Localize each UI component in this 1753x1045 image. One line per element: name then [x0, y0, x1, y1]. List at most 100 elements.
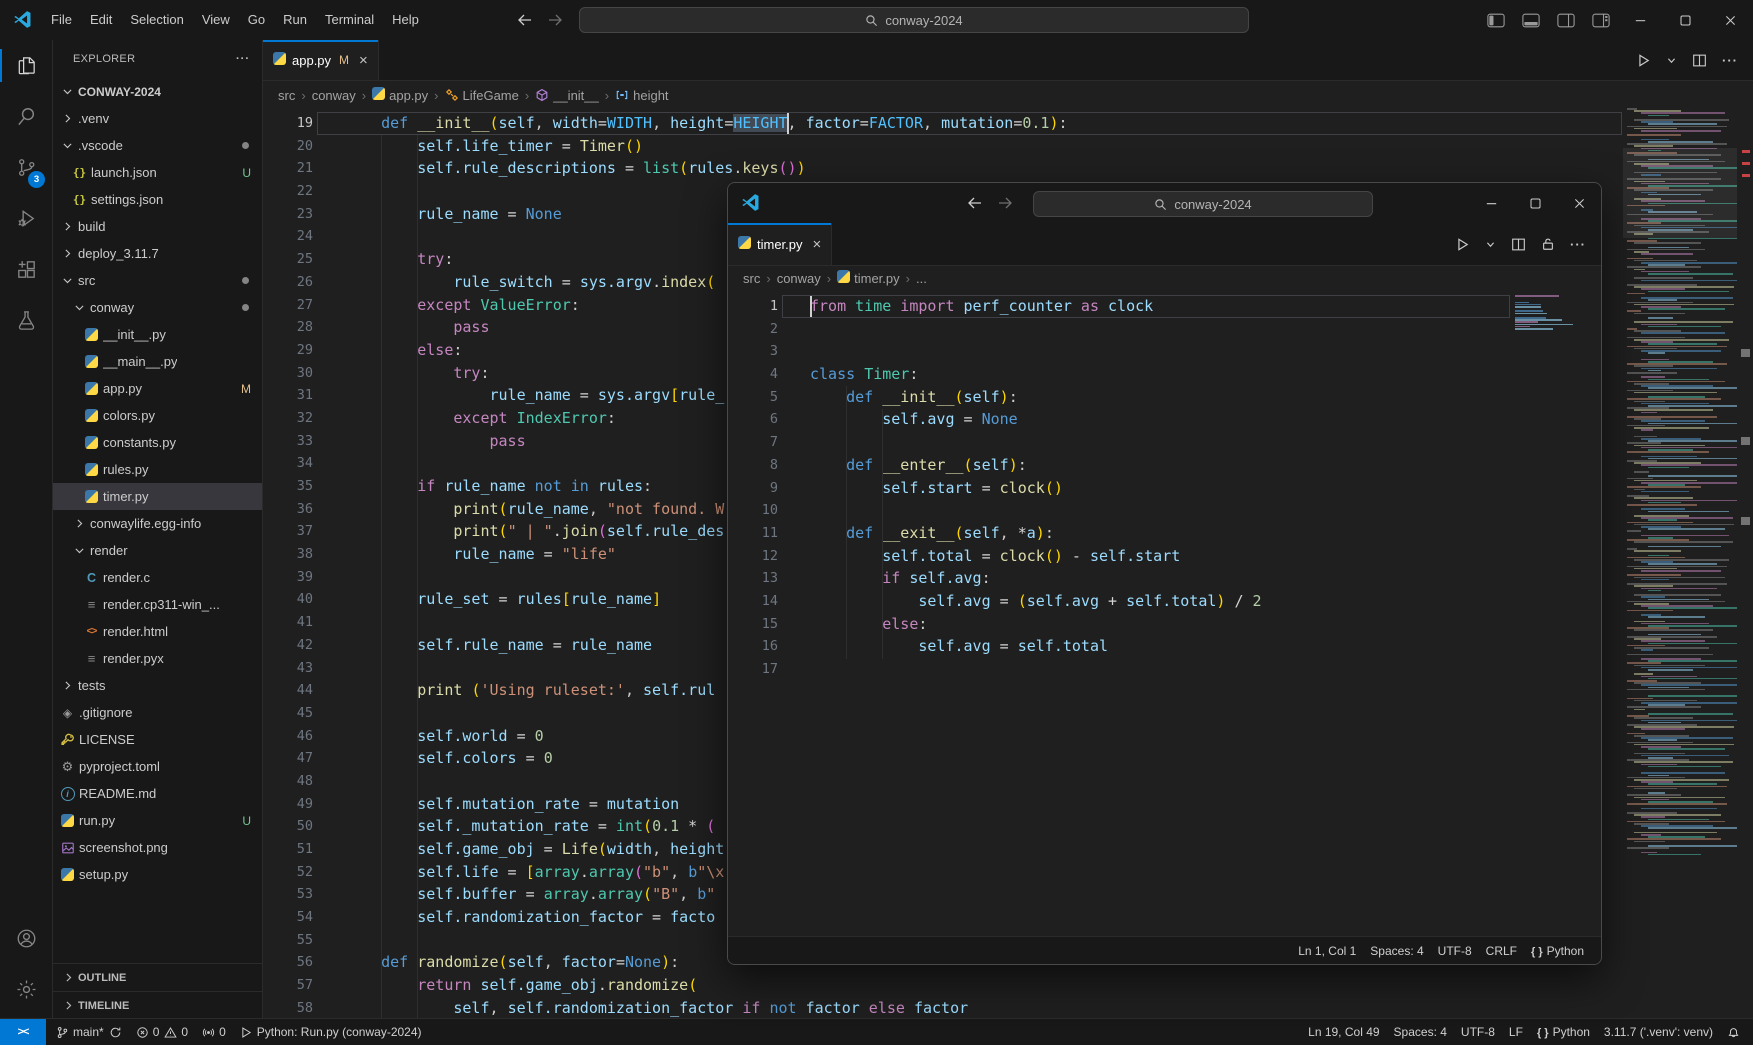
tree-item-license[interactable]: LICENSE — [53, 726, 262, 753]
remote-indicator[interactable]: >< — [0, 1019, 46, 1045]
tree-item-render-cp311-win-[interactable]: ≡render.cp311-win_... — [53, 591, 262, 618]
activity-settings[interactable] — [0, 964, 52, 1015]
tree-item--gitignore[interactable]: ◈.gitignore — [53, 699, 262, 726]
unlock-group-icon[interactable] — [1541, 237, 1555, 251]
tree-item--venv[interactable]: .venv — [53, 105, 262, 132]
line-number[interactable]: 3 — [728, 340, 778, 363]
line-number[interactable]: 39 — [263, 566, 313, 589]
line-number[interactable]: 44 — [263, 679, 313, 702]
activity-source-control[interactable]: 3 — [0, 142, 52, 193]
line-number[interactable]: 52 — [263, 861, 313, 884]
close-tab-icon[interactable]: × — [359, 53, 368, 68]
line-number[interactable]: 11 — [728, 522, 778, 545]
line-number[interactable]: 25 — [263, 248, 313, 271]
section-timeline[interactable]: TIMELINE — [53, 991, 262, 1019]
tree-item-render-html[interactable]: <>render.html — [53, 618, 262, 645]
line-number[interactable]: 54 — [263, 906, 313, 929]
tree-item-colors-py[interactable]: colors.py — [53, 402, 262, 429]
line-number[interactable]: 42 — [263, 634, 313, 657]
line-number[interactable]: 48 — [263, 770, 313, 793]
layout-sidebar-icon[interactable] — [1478, 0, 1513, 40]
tree-item-build[interactable]: build — [53, 213, 262, 240]
back-icon[interactable] — [966, 195, 982, 211]
line-number[interactable]: 53 — [263, 883, 313, 906]
line-number[interactable]: 30 — [263, 362, 313, 385]
activity-extensions[interactable] — [0, 244, 52, 295]
menu-terminal[interactable]: Terminal — [316, 7, 383, 33]
status-git-branch[interactable]: main* — [49, 1019, 129, 1045]
split-editor-icon[interactable] — [1692, 53, 1707, 68]
run-python-file-icon[interactable] — [1455, 237, 1470, 252]
breadcrumb--init-[interactable]: __init__ — [535, 88, 599, 103]
activity-explorer[interactable] — [0, 40, 52, 91]
line-number[interactable]: 4 — [728, 363, 778, 386]
line-number[interactable]: 58 — [263, 997, 313, 1019]
line-number[interactable]: 56 — [263, 951, 313, 974]
activity-search[interactable] — [0, 91, 52, 142]
code-line-2[interactable]: 2 — [728, 318, 1511, 341]
tab-timer-py[interactable]: timer.py × — [728, 223, 832, 265]
code-editor-timer-py[interactable]: 1from time import perf_counter as clock2… — [728, 291, 1511, 937]
code-line-57[interactable]: 57 return self.game_obj.randomize( — [263, 974, 1623, 997]
tree-item-app-py[interactable]: app.pyM — [53, 375, 262, 402]
tree-item-conway[interactable]: conway — [53, 294, 262, 321]
close-icon[interactable] — [1708, 0, 1753, 40]
activity-accounts[interactable] — [0, 913, 52, 964]
line-number[interactable]: 57 — [263, 974, 313, 997]
line-number[interactable]: 27 — [263, 294, 313, 317]
tree-item-readme-md[interactable]: iREADME.md — [53, 780, 262, 807]
line-number[interactable]: 1 — [728, 295, 778, 318]
breadcrumb-height[interactable]: height — [615, 88, 668, 103]
layout-customize-icon[interactable] — [1583, 0, 1618, 40]
status-eol[interactable]: LF — [1502, 1019, 1530, 1045]
tree-root[interactable]: CONWAY-2024 — [53, 78, 262, 105]
code-line-4[interactable]: 4class Timer: — [728, 363, 1511, 386]
status-item[interactable]: Spaces: 4 — [1363, 938, 1430, 964]
status-python-interpreter[interactable]: 3.11.7 ('.venv': venv) — [1597, 1019, 1720, 1045]
tree-item-tests[interactable]: tests — [53, 672, 262, 699]
line-number[interactable]: 34 — [263, 452, 313, 475]
minimize-icon[interactable] — [1618, 0, 1663, 40]
tree-item-conwaylife-egg-info[interactable]: conwaylife.egg-info — [53, 510, 262, 537]
code-line-17[interactable]: 17 — [728, 658, 1511, 681]
maximize-icon[interactable] — [1513, 183, 1557, 223]
maximize-icon[interactable] — [1663, 0, 1708, 40]
activity-testing[interactable] — [0, 295, 52, 346]
line-number[interactable]: 32 — [263, 407, 313, 430]
line-number[interactable]: 23 — [263, 203, 313, 226]
tree-item-render-c[interactable]: Crender.c — [53, 564, 262, 591]
menu-selection[interactable]: Selection — [121, 7, 192, 33]
forward-icon[interactable] — [998, 195, 1014, 211]
tree-item-src[interactable]: src — [53, 267, 262, 294]
tree-item--main-py[interactable]: __main__.py — [53, 348, 262, 375]
breadcrumb-timer-py[interactable]: timer.py — [837, 270, 900, 286]
line-number[interactable]: 55 — [263, 929, 313, 952]
line-number[interactable]: 24 — [263, 225, 313, 248]
menu-run[interactable]: Run — [274, 7, 316, 33]
tree-item-constants-py[interactable]: constants.py — [53, 429, 262, 456]
code-line-58[interactable]: 58 self, self.randomization_factor if no… — [263, 997, 1623, 1019]
line-number[interactable]: 16 — [728, 635, 778, 658]
minimap-slider[interactable] — [1623, 148, 1737, 238]
back-icon[interactable] — [516, 12, 532, 28]
status-notifications[interactable] — [1720, 1019, 1747, 1045]
status-item[interactable]: UTF-8 — [1431, 938, 1479, 964]
line-number[interactable]: 41 — [263, 611, 313, 634]
close-tab-icon[interactable]: × — [813, 237, 822, 252]
breadcrumb-src[interactable]: src — [743, 271, 760, 286]
line-number[interactable]: 17 — [728, 658, 778, 681]
line-number[interactable]: 50 — [263, 815, 313, 838]
status-item[interactable]: { }Python — [1524, 938, 1591, 964]
breadcrumb-app-py[interactable]: app.py — [372, 87, 428, 103]
run-dropdown-icon[interactable] — [1666, 55, 1677, 66]
status-ports[interactable]: 0 — [195, 1019, 233, 1045]
line-number[interactable]: 37 — [263, 520, 313, 543]
code-line-1[interactable]: 1from time import perf_counter as clock — [728, 295, 1511, 318]
tree-item-run-py[interactable]: run.pyU — [53, 807, 262, 834]
menu-view[interactable]: View — [193, 7, 239, 33]
line-number[interactable]: 49 — [263, 793, 313, 816]
tab-app-py[interactable]: app.py M × — [263, 40, 379, 80]
breadcrumb--[interactable]: ... — [916, 271, 927, 286]
status-cursor-position[interactable]: Ln 19, Col 49 — [1301, 1019, 1386, 1045]
menu-edit[interactable]: Edit — [81, 7, 121, 33]
